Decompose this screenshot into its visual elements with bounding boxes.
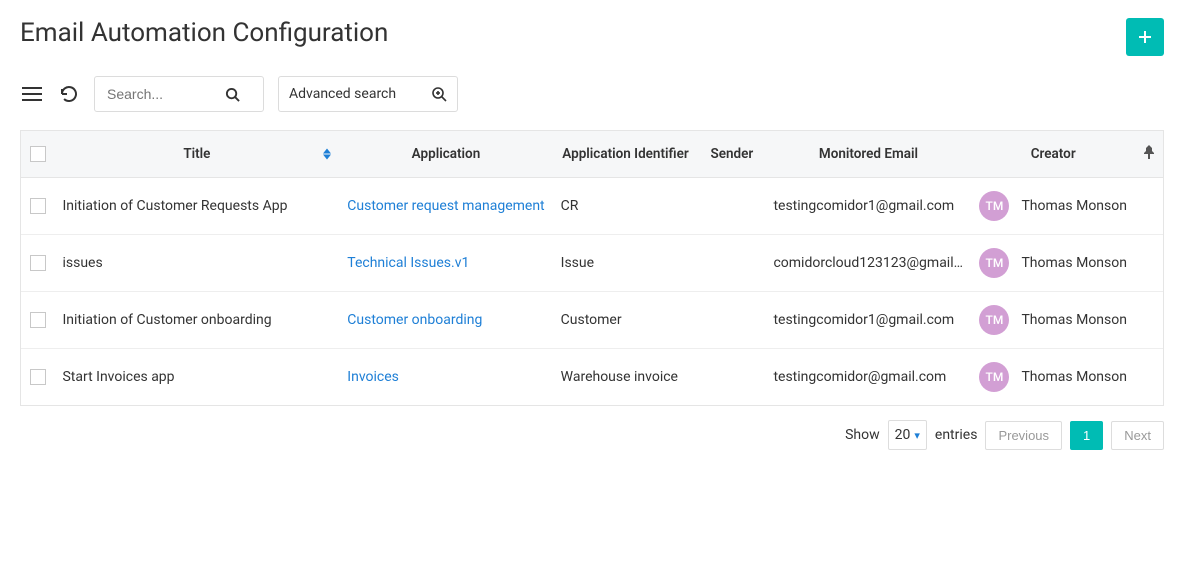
header-title[interactable]: Title [54, 131, 339, 178]
refresh-button[interactable] [58, 83, 80, 105]
cell-pin [1135, 178, 1163, 235]
avatar: TM [979, 362, 1009, 392]
cell-app-identifier: Customer [553, 292, 699, 349]
header-sender[interactable]: Sender [698, 131, 765, 178]
add-button[interactable] [1126, 18, 1164, 56]
refresh-icon [60, 85, 78, 103]
cell-application[interactable]: Invoices [339, 349, 552, 406]
cell-creator: TM Thomas Monson [971, 292, 1135, 349]
cell-title: issues [54, 235, 339, 292]
search-input[interactable] [105, 85, 225, 103]
search-input-wrap[interactable] [94, 76, 264, 112]
advanced-search-button[interactable]: Advanced search [278, 76, 458, 112]
page-1-button[interactable]: 1 [1070, 421, 1103, 450]
cell-application[interactable]: Technical Issues.v1 [339, 235, 552, 292]
page-title: Email Automation Configuration [20, 18, 388, 48]
page-size-value: 20 [895, 427, 911, 443]
sort-icon [323, 149, 331, 160]
row-checkbox[interactable] [30, 312, 46, 328]
table-row[interactable]: Initiation of Customer Requests AppCusto… [21, 178, 1163, 235]
row-checkbox[interactable] [30, 369, 46, 385]
header-pin[interactable] [1135, 131, 1163, 178]
pagination: Show 20 ▾ entries Previous 1 Next [20, 420, 1164, 450]
cell-monitored-email: comidorcloud123123@gmail.c... [765, 235, 971, 292]
cell-sender [698, 235, 765, 292]
cell-monitored-email: testingcomidor1@gmail.com [765, 178, 971, 235]
advanced-search-label: Advanced search [289, 86, 431, 102]
creator-name: Thomas Monson [1021, 255, 1127, 271]
entries-label: entries [935, 427, 978, 443]
cell-application[interactable]: Customer onboarding [339, 292, 552, 349]
creator-name: Thomas Monson [1021, 198, 1127, 214]
show-label: Show [845, 427, 880, 443]
header-app-identifier[interactable]: Application Identifier [553, 131, 699, 178]
cell-pin [1135, 349, 1163, 406]
header-title-label: Title [183, 146, 210, 162]
table-row[interactable]: Initiation of Customer onboardingCustome… [21, 292, 1163, 349]
cell-app-identifier: CR [553, 178, 699, 235]
avatar: TM [979, 305, 1009, 335]
creator-name: Thomas Monson [1021, 312, 1127, 328]
next-page-button[interactable]: Next [1111, 421, 1164, 450]
cell-creator: TM Thomas Monson [971, 235, 1135, 292]
header-checkbox-cell [21, 131, 54, 178]
page-size-select[interactable]: 20 ▾ [888, 420, 927, 450]
cell-pin [1135, 292, 1163, 349]
menu-button[interactable] [20, 84, 44, 104]
cell-creator: TM Thomas Monson [971, 178, 1135, 235]
cell-pin [1135, 235, 1163, 292]
cell-title: Initiation of Customer Requests App [54, 178, 339, 235]
data-table: Title Application Application Identifier… [20, 130, 1164, 406]
cell-title: Initiation of Customer onboarding [54, 292, 339, 349]
cell-creator: TM Thomas Monson [971, 349, 1135, 406]
row-checkbox[interactable] [30, 255, 46, 271]
table-row[interactable]: issuesTechnical Issues.v1Issue comidorclo… [21, 235, 1163, 292]
search-icon [225, 87, 240, 102]
cell-title: Start Invoices app [54, 349, 339, 406]
chevron-down-icon: ▾ [914, 429, 920, 442]
header-monitored-email[interactable]: Monitored Email [765, 131, 971, 178]
avatar: TM [979, 248, 1009, 278]
cell-monitored-email: testingcomidor1@gmail.com [765, 292, 971, 349]
row-checkbox[interactable] [30, 198, 46, 214]
select-all-checkbox[interactable] [30, 146, 46, 162]
cell-sender [698, 292, 765, 349]
hamburger-icon [22, 86, 42, 102]
plus-icon [1137, 29, 1153, 45]
header-creator[interactable]: Creator [971, 131, 1135, 178]
pin-icon [1143, 145, 1155, 159]
cell-sender [698, 349, 765, 406]
prev-page-button[interactable]: Previous [985, 421, 1062, 450]
cell-application[interactable]: Customer request management [339, 178, 552, 235]
header-application[interactable]: Application [339, 131, 552, 178]
cell-monitored-email: testingcomidor@gmail.com [765, 349, 971, 406]
cell-app-identifier: Warehouse invoice [553, 349, 699, 406]
search-plus-icon [431, 86, 447, 102]
creator-name: Thomas Monson [1021, 369, 1127, 385]
cell-app-identifier: Issue [553, 235, 699, 292]
table-row[interactable]: Start Invoices appInvoicesWarehouse invo… [21, 349, 1163, 406]
cell-sender [698, 178, 765, 235]
avatar: TM [979, 191, 1009, 221]
